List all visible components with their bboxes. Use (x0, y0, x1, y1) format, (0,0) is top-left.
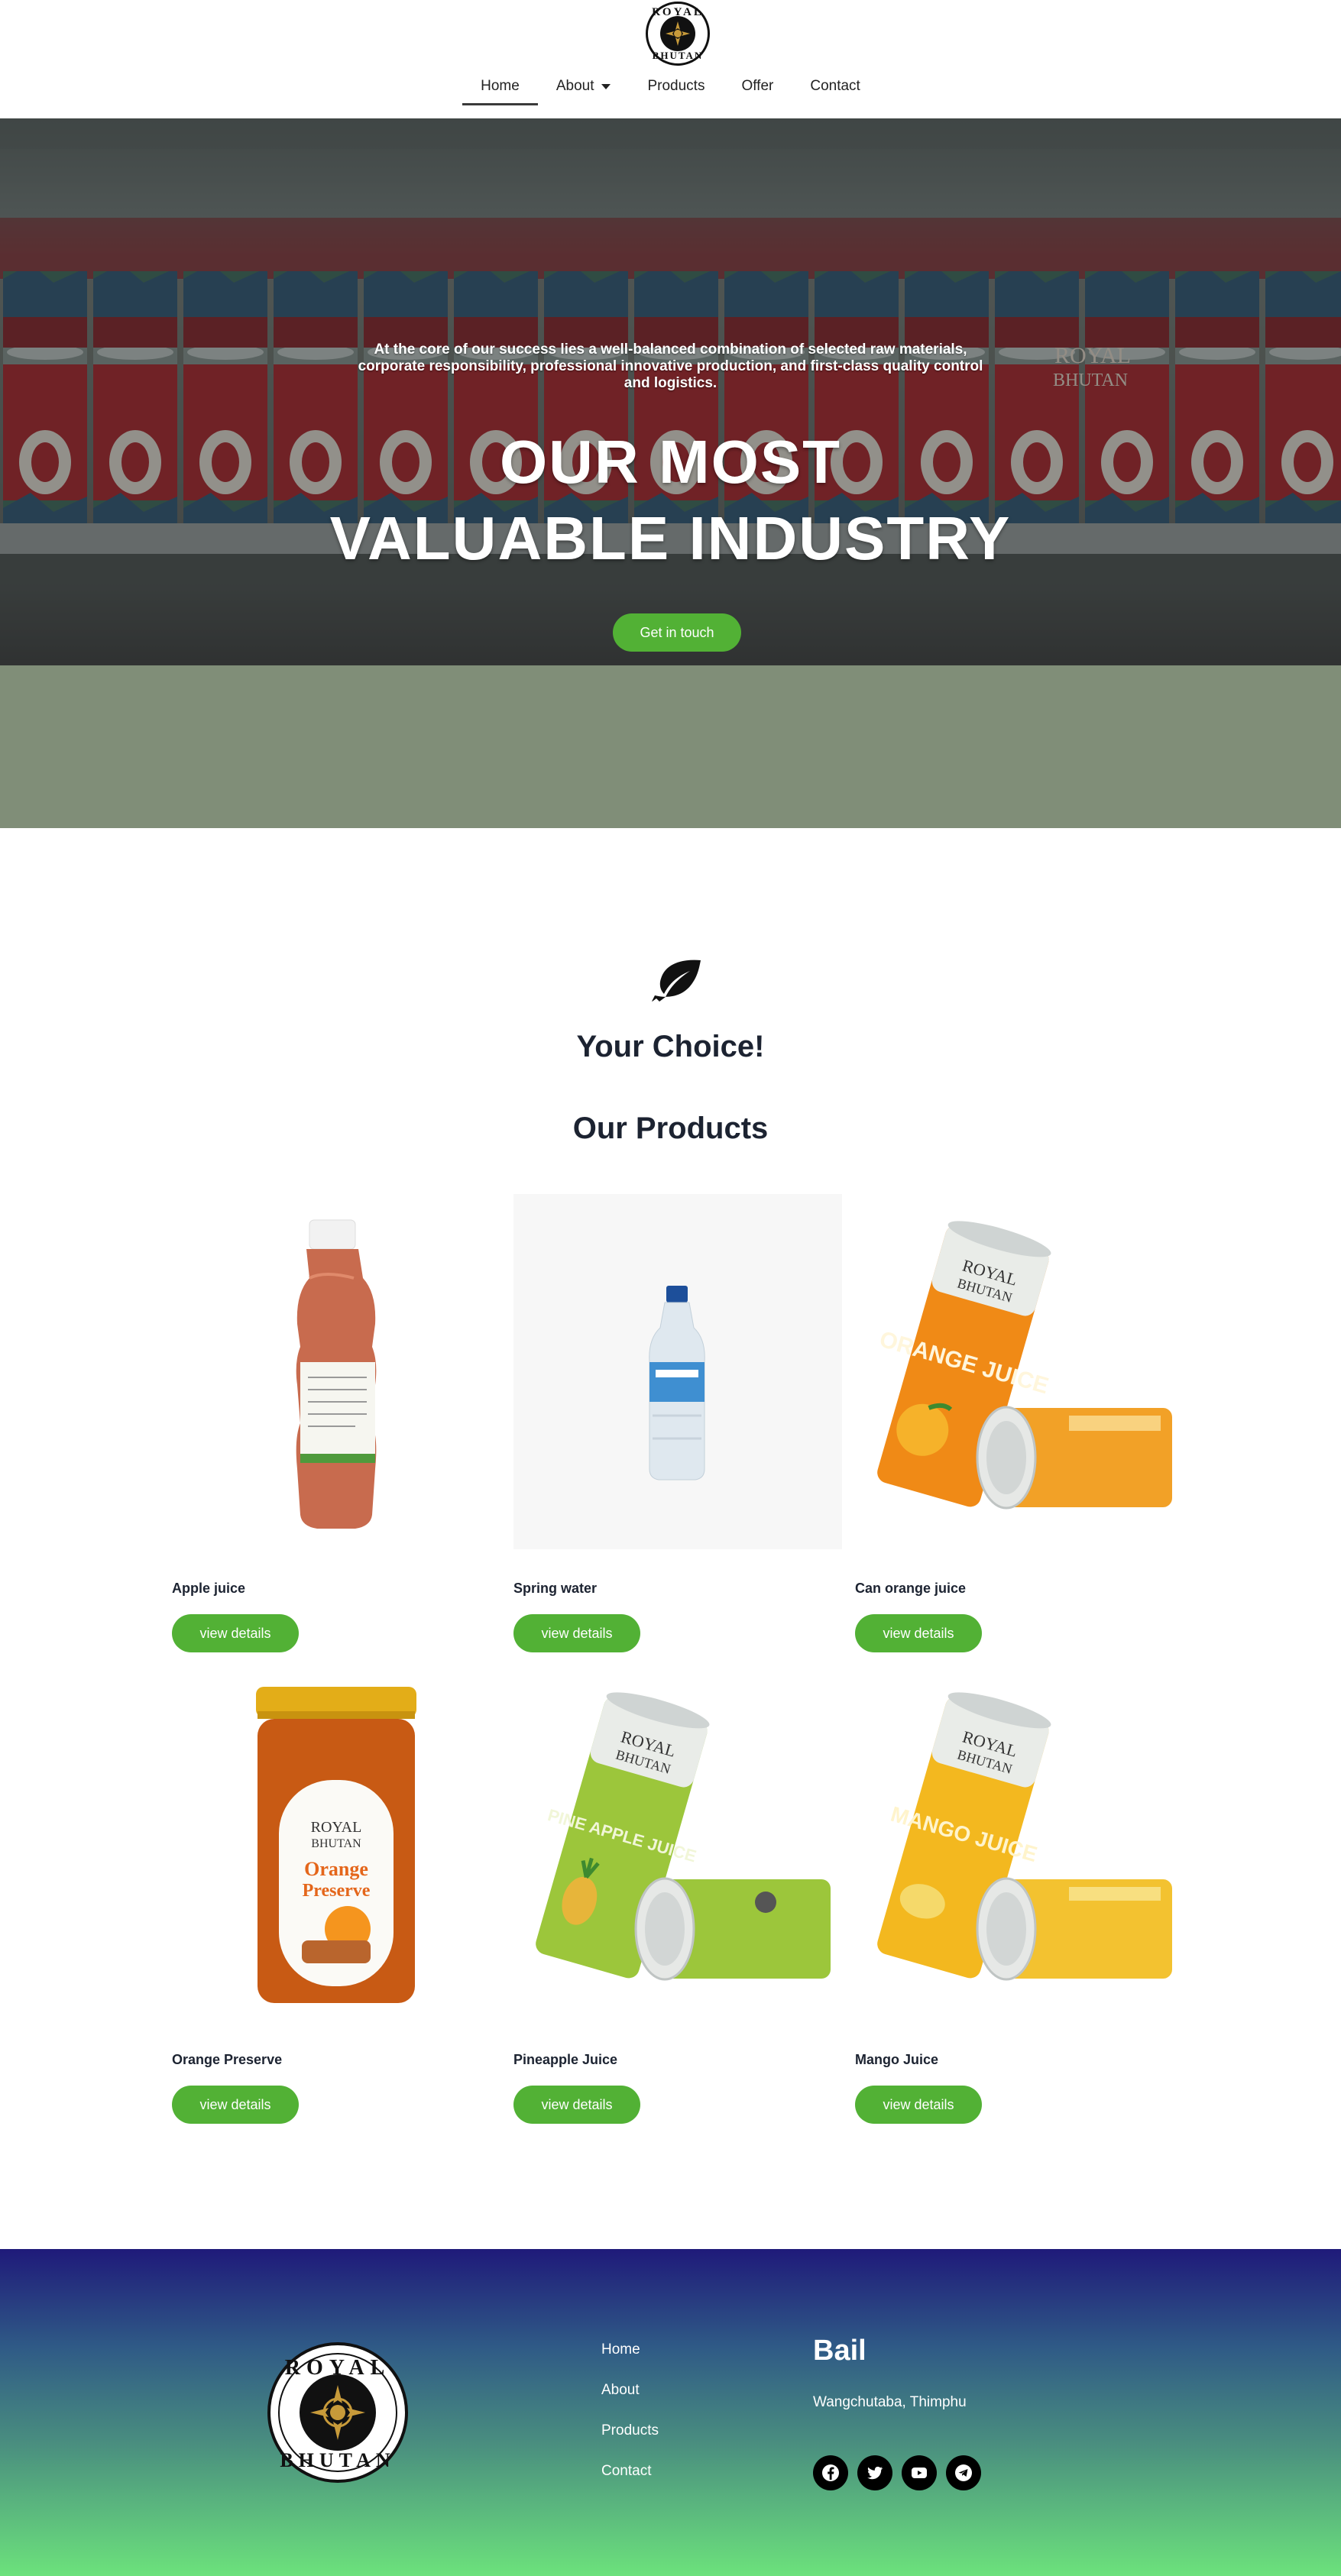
nav-home[interactable]: Home (462, 67, 538, 105)
product-image-can-orange-juice[interactable]: ROYAL BHUTAN ORANGE JUICE (855, 1194, 1184, 1549)
hero-section: ROYAL BHUTAN At the core of our success … (0, 118, 1341, 665)
view-details-button[interactable]: view details (172, 1614, 299, 1652)
hero-title: OUR MOST VALUABLE INDUSTRY (229, 424, 1112, 577)
nav-products-label: Products (647, 78, 705, 94)
product-card-mango-juice: ROYAL BHUTAN MANGO JUICE Mango Juice vie… (855, 1665, 1184, 2124)
product-image-pineapple-juice[interactable]: ROYAL BHUTAN PINE APPLE JUICE (513, 1665, 842, 2021)
footer-link-home[interactable]: Home (601, 2341, 659, 2381)
product-name: Apple juice (172, 1581, 246, 1596)
footer-link-products[interactable]: Products (601, 2422, 659, 2462)
leaf-icon (652, 960, 701, 1002)
youtube-icon[interactable] (902, 2455, 937, 2490)
orange-preserve-jar-image: ROYAL BHUTAN Orange Preserve (256, 1687, 416, 2003)
view-details-button[interactable]: view details (513, 1614, 640, 1652)
nav-about[interactable]: About (538, 67, 630, 105)
product-card-orange-preserve: ROYAL BHUTAN Orange Preserve Orange Pres… (172, 1665, 500, 2124)
product-image-spring-water[interactable] (513, 1194, 842, 1549)
nav-contact[interactable]: Contact (792, 67, 878, 105)
site-footer: ROYAL BHUTAN Home About Products Contact… (0, 2249, 1341, 2576)
footer-links: Home About Products Contact (601, 2341, 659, 2503)
hero-subtitle: At the core of our success lies a well-b… (358, 341, 983, 391)
product-image-orange-preserve[interactable]: ROYAL BHUTAN Orange Preserve (172, 1665, 500, 2021)
logo[interactable]: ROYAL BHUTAN (646, 2, 710, 66)
orange-juice-cans-image: ROYAL BHUTAN ORANGE JUICE (876, 1221, 1172, 1510)
telegram-icon[interactable] (946, 2455, 981, 2490)
social-links (813, 2455, 981, 2490)
product-card-can-orange-juice: ROYAL BHUTAN ORANGE JUICE Can orange jui… (855, 1194, 1184, 1652)
product-card-pineapple-juice: ROYAL BHUTAN PINE APPLE JUICE Pineapple … (513, 1665, 842, 2124)
footer-brand: Bail (813, 2335, 866, 2367)
nav-offer[interactable]: Offer (723, 67, 792, 105)
footer-link-contact[interactable]: Contact (601, 2462, 659, 2503)
jar-text-preserve: Preserve (303, 1881, 371, 1901)
spring-water-bottle-image (649, 1286, 705, 1481)
footer-logo-text-bottom: BHUTAN (280, 2449, 396, 2471)
nav-contact-label: Contact (810, 78, 860, 94)
nav-products[interactable]: Products (629, 67, 723, 105)
dorje-icon (666, 21, 690, 46)
site-header: ROYAL BHUTAN Home About Products Offer C… (0, 0, 1341, 118)
footer-link-about[interactable]: About (601, 2381, 659, 2422)
nav-about-label: About (556, 78, 594, 94)
footer-address: Wangchutaba, Thimphu (813, 2394, 967, 2410)
view-details-button[interactable]: view details (513, 2086, 640, 2124)
product-name: Pineapple Juice (513, 2052, 618, 2067)
get-in-touch-button[interactable]: Get in touch (613, 613, 741, 652)
products-heading: Our Products (572, 1112, 769, 1145)
hero-title-line2: VALUABLE INDUSTRY (329, 504, 1012, 572)
facebook-icon[interactable] (813, 2455, 848, 2490)
hero-bottom-band (0, 665, 1341, 828)
section-kicker: Your Choice! (576, 1030, 765, 1063)
nav-home-label: Home (481, 78, 520, 94)
product-name: Mango Juice (855, 2052, 939, 2067)
product-image-mango-juice[interactable]: ROYAL BHUTAN MANGO JUICE (855, 1665, 1184, 2021)
hero-overlay (0, 118, 1341, 665)
pineapple-juice-cans-image: ROYAL BHUTAN PINE APPLE JUICE (536, 1692, 831, 1981)
jar-text-bhutan: BHUTAN (311, 1837, 361, 1850)
footer-logo[interactable]: ROYAL BHUTAN (267, 2342, 408, 2483)
jar-text-orange: Orange (304, 1858, 368, 1880)
twitter-icon[interactable] (857, 2455, 892, 2490)
main-nav: Home About Products Offer Contact (0, 67, 1341, 105)
view-details-button[interactable]: view details (172, 2086, 299, 2124)
product-card-apple-juice: Apple juice view details (172, 1194, 500, 1652)
jar-text-royal: ROYAL (311, 1819, 362, 1836)
view-details-button[interactable]: view details (855, 1614, 982, 1652)
apple-juice-bottle-image (296, 1219, 377, 1529)
logo-text-top: ROYAL (652, 6, 704, 18)
hero-title-line1: OUR MOST (499, 428, 842, 496)
product-name: Can orange juice (855, 1581, 967, 1596)
caret-down-icon (601, 83, 611, 89)
mango-juice-cans-image: ROYAL BHUTAN MANGO JUICE (877, 1692, 1172, 1981)
nav-offer-label: Offer (741, 78, 774, 94)
product-name: Orange Preserve (172, 2052, 283, 2067)
product-card-spring-water: Spring water view details (513, 1194, 842, 1652)
view-details-button[interactable]: view details (855, 2086, 982, 2124)
dorje-icon (310, 2385, 365, 2440)
product-image-apple-juice[interactable] (172, 1194, 500, 1549)
product-name: Spring water (513, 1581, 598, 1596)
logo-text-bottom: BHUTAN (652, 50, 704, 61)
